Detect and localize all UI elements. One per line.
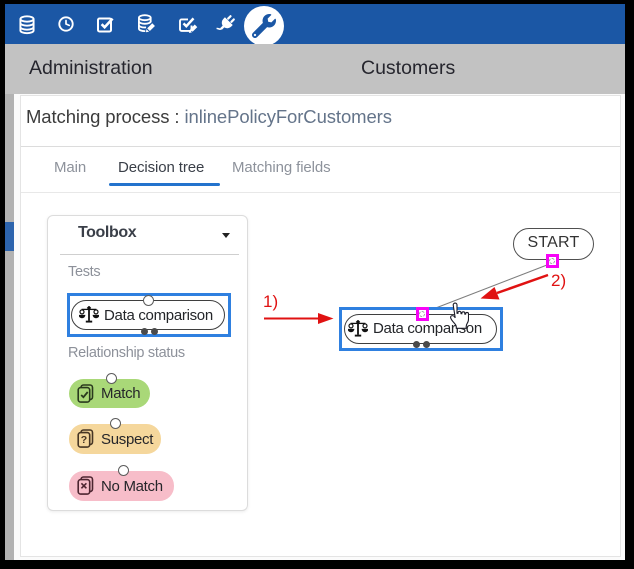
- svg-text:?: ?: [81, 434, 87, 446]
